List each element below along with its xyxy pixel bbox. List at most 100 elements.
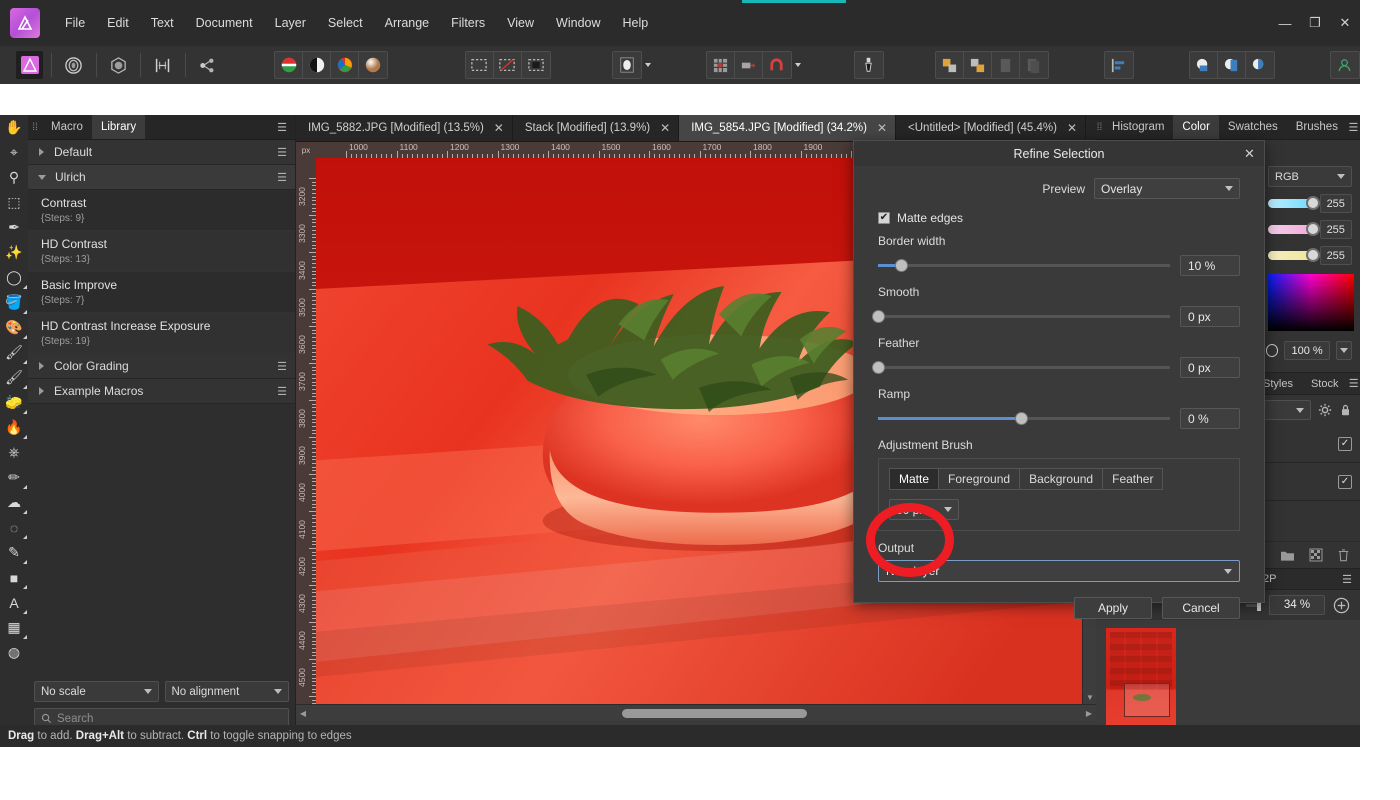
close-icon[interactable]: ✕: [660, 121, 670, 135]
brush-mode-feather[interactable]: Feather: [1102, 468, 1164, 490]
opacity-value[interactable]: 100 %: [1284, 341, 1330, 360]
menu-filters[interactable]: Filters: [440, 11, 496, 35]
liquify-persona-icon[interactable]: [60, 51, 88, 79]
brush-mode-background[interactable]: Background: [1019, 468, 1103, 490]
crop-tool[interactable]: ⬚: [0, 190, 28, 215]
styles-panel-menu-icon[interactable]: ☰: [1347, 373, 1360, 394]
document-tab[interactable]: IMG_5854.JPG [Modified] (34.2%) ✕: [679, 115, 897, 141]
minimize-button[interactable]: —: [1270, 0, 1300, 46]
develop-persona-icon[interactable]: [105, 51, 133, 79]
scroll-right-arrow[interactable]: ▶: [1082, 709, 1096, 718]
tab-color[interactable]: Color: [1173, 115, 1219, 139]
canvas-horizontal-scrollbar[interactable]: ◀ ▶: [296, 704, 1096, 721]
add-shape-icon[interactable]: [1190, 51, 1218, 79]
tab-stock[interactable]: Stock: [1302, 373, 1348, 394]
new-group-icon[interactable]: [1280, 549, 1295, 562]
library-category-example-macros[interactable]: Example Macros ☰: [28, 379, 295, 404]
horizontal-scroll-thumb[interactable]: [622, 708, 807, 718]
library-panel-menu-icon[interactable]: ☰: [269, 115, 295, 139]
marquee-selection-icon[interactable]: [466, 51, 494, 79]
menu-layer[interactable]: Layer: [264, 11, 317, 35]
delete-layer-icon[interactable]: [992, 51, 1020, 79]
align-left-icon[interactable]: [1105, 51, 1133, 79]
red-channel-knob[interactable]: [1305, 196, 1320, 210]
subtract-shape-icon[interactable]: [1218, 51, 1246, 79]
menu-window[interactable]: Window: [545, 11, 611, 35]
slider-knob[interactable]: [872, 361, 885, 374]
scroll-left-arrow[interactable]: ◀: [296, 709, 310, 718]
menu-select[interactable]: Select: [317, 11, 374, 35]
close-icon[interactable]: ✕: [877, 121, 887, 135]
color-replacement-brush-tool[interactable]: 🖌: [0, 365, 28, 390]
layer-visibility-checkbox[interactable]: ✓: [1338, 474, 1352, 489]
red-channel-slider[interactable]: [1268, 196, 1320, 210]
blue-channel-slider[interactable]: [1268, 248, 1320, 262]
opacity-dropdown-caret[interactable]: [1335, 341, 1352, 360]
alignment-select[interactable]: No alignment: [164, 681, 289, 702]
green-channel-knob[interactable]: [1305, 222, 1320, 236]
close-icon[interactable]: ✕: [494, 121, 504, 135]
mask-icon[interactable]: [1309, 548, 1323, 562]
slider-track[interactable]: [872, 361, 1170, 374]
category-menu-icon[interactable]: ☰: [269, 360, 295, 373]
deselect-icon[interactable]: [494, 51, 522, 79]
paint-brush-tool[interactable]: 🖌: [0, 340, 28, 365]
slider-knob[interactable]: [872, 310, 885, 323]
category-menu-icon[interactable]: ☰: [269, 171, 295, 184]
tab-swatches[interactable]: Swatches: [1219, 115, 1287, 139]
library-category-default[interactable]: Default ☰: [28, 140, 295, 165]
erase-brush-tool[interactable]: 🧽: [0, 390, 28, 415]
grid-icon[interactable]: [707, 51, 735, 79]
document-tab[interactable]: <Untitled> [Modified] (45.4%) ✕: [896, 115, 1087, 141]
slider-value[interactable]: 0 px: [1180, 357, 1240, 378]
menu-file[interactable]: File: [54, 11, 96, 35]
slider-knob[interactable]: [895, 259, 909, 272]
tab-macro[interactable]: Macro: [42, 115, 92, 139]
perspective-tool[interactable]: ◍: [0, 640, 28, 665]
move-up-icon[interactable]: [936, 51, 964, 79]
macro-item[interactable]: Basic Improve {Steps: 7}: [28, 272, 295, 313]
color-picker-tool[interactable]: ⚲: [0, 165, 28, 190]
color-model-select[interactable]: RGB: [1268, 166, 1352, 187]
slider-track[interactable]: [872, 310, 1170, 323]
macro-item[interactable]: Contrast {Steps: 9}: [28, 190, 295, 231]
snap-guides-icon[interactable]: [735, 51, 763, 79]
maximize-button[interactable]: ❐: [1300, 0, 1330, 46]
eyedropper-icon[interactable]: [855, 51, 883, 79]
color-picker-field[interactable]: [1268, 274, 1354, 331]
view-pan-tool[interactable]: ✋: [0, 115, 28, 140]
scale-select[interactable]: No scale: [34, 681, 159, 702]
tab-library[interactable]: Library: [91, 115, 146, 139]
zoom-value[interactable]: 34 %: [1269, 595, 1325, 615]
gradient-sphere-icon[interactable]: [359, 51, 387, 79]
dialog-title-bar[interactable]: Refine Selection ✕: [854, 141, 1264, 166]
navigator-thumbnail-area[interactable]: [1096, 620, 1360, 735]
brush-size-select[interactable]: 50 px: [889, 499, 959, 520]
green-channel-slider[interactable]: [1268, 222, 1320, 236]
green-channel-value[interactable]: 255: [1319, 220, 1352, 239]
mesh-warp-tool[interactable]: ▦: [0, 615, 28, 640]
lock-icon[interactable]: [1339, 403, 1352, 417]
rectangle-shape-tool[interactable]: ■: [0, 565, 28, 590]
burn-brush-tool[interactable]: 🔥: [0, 415, 28, 440]
pen-tool[interactable]: ✎: [0, 540, 28, 565]
preview-select[interactable]: Overlay: [1094, 178, 1240, 199]
menu-arrange[interactable]: Arrange: [374, 11, 440, 35]
tab-histogram[interactable]: Histogram: [1103, 115, 1173, 139]
delete-icon[interactable]: [1337, 548, 1350, 562]
account-icon[interactable]: [1331, 51, 1359, 79]
clone-brush-tool[interactable]: ⎈: [0, 440, 28, 465]
layer-visibility-checkbox[interactable]: ✓: [1338, 436, 1352, 451]
navigator-thumbnail[interactable]: [1106, 628, 1176, 732]
color-wheel-icon[interactable]: [275, 51, 304, 79]
macro-item[interactable]: HD Contrast Increase Exposure {Steps: 19}: [28, 313, 295, 354]
tab-brushes[interactable]: Brushes: [1287, 115, 1347, 139]
cancel-button[interactable]: Cancel: [1162, 597, 1240, 619]
mask-icon[interactable]: [613, 51, 641, 79]
artistic-text-tool[interactable]: A: [0, 590, 28, 615]
add-icon[interactable]: [1333, 597, 1350, 614]
panel-grip-icon[interactable]: ⁞⁞: [28, 115, 42, 139]
intersect-shape-icon[interactable]: [1246, 51, 1274, 79]
panel-grip-icon[interactable]: ⁞⁞: [1096, 115, 1103, 139]
color-panel-menu-icon[interactable]: ☰: [1347, 115, 1360, 139]
